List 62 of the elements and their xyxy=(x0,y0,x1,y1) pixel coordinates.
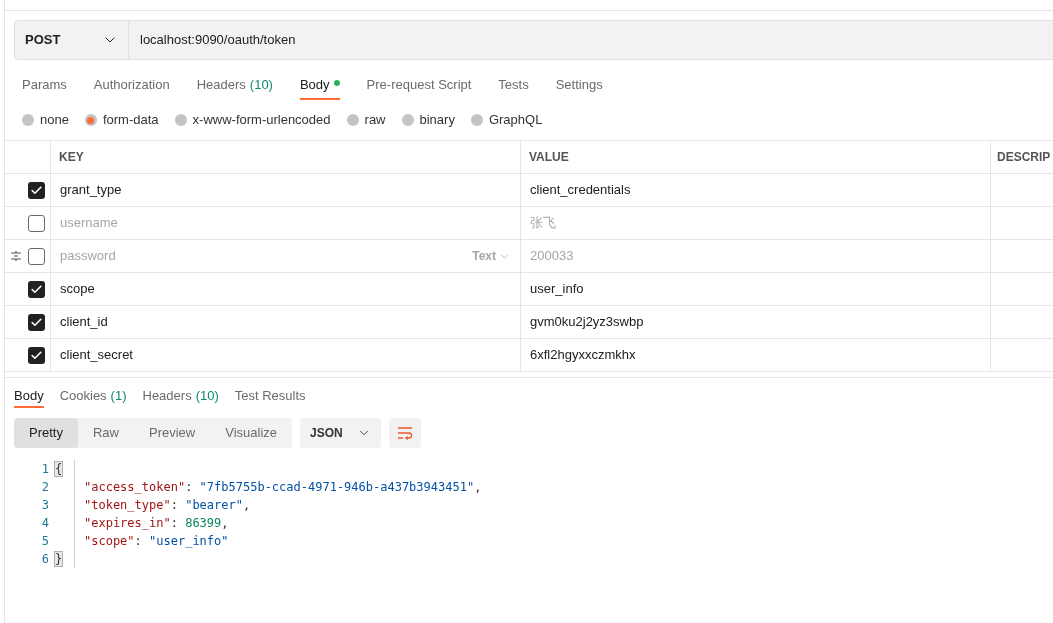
key-cell-text: password xyxy=(60,247,116,266)
value-cell-text: 张飞 xyxy=(530,214,556,233)
checkbox[interactable] xyxy=(28,280,45,298)
column-header: VALUE xyxy=(521,141,991,173)
key-cell-text: scope xyxy=(60,280,95,299)
request-tab[interactable]: Settings xyxy=(555,70,603,100)
column-header: DESCRIP xyxy=(996,149,1052,166)
value-cell-text: 200033 xyxy=(530,247,574,266)
wrap-button[interactable] xyxy=(388,418,421,448)
check-icon xyxy=(30,282,43,296)
view-mode-tab[interactable]: Preview xyxy=(134,418,211,448)
response-tab[interactable]: Test Results xyxy=(234,378,306,408)
body-type-radio[interactable]: GraphQL xyxy=(470,110,543,130)
request-tab[interactable]: Params xyxy=(22,70,67,100)
response-tab[interactable]: Body xyxy=(14,378,44,408)
drag-handle-icon[interactable] xyxy=(10,250,22,262)
line-number: 4 xyxy=(40,515,49,532)
url-field[interactable]: localhost:9090/oauth/token xyxy=(129,20,1053,60)
request-tab[interactable]: Body xyxy=(299,70,340,100)
checkbox[interactable] xyxy=(28,247,45,265)
view-mode-tab[interactable]: Pretty xyxy=(14,418,78,448)
column-header: KEY xyxy=(51,141,521,173)
code-line: "access_token": "7fb5755b-ccad-4971-946b-a437b3943451", xyxy=(84,479,482,496)
checkbox[interactable] xyxy=(28,214,45,232)
value-cell-text: client_credentials xyxy=(530,181,631,200)
request-tab[interactable]: Tests xyxy=(498,70,529,100)
body-type-radio[interactable]: binary xyxy=(401,110,455,130)
line-number: 2 xyxy=(40,479,49,496)
request-tab[interactable]: Pre-request Script xyxy=(366,70,472,100)
checkbox[interactable] xyxy=(28,313,45,331)
value-cell-text: user_info xyxy=(530,280,584,299)
request-tab[interactable]: Authorization xyxy=(93,70,170,100)
check-icon xyxy=(30,348,43,362)
checkbox[interactable] xyxy=(28,346,45,364)
check-icon xyxy=(30,315,43,329)
response-tab[interactable]: Headers (10) xyxy=(142,378,219,408)
wrap-lines-icon xyxy=(396,426,413,440)
checkbox[interactable] xyxy=(28,181,45,199)
check-icon xyxy=(30,183,43,197)
body-type-radio[interactable]: none xyxy=(22,110,69,130)
request-tab[interactable]: Headers (10) xyxy=(196,70,273,100)
key-cell-text: client_secret xyxy=(60,346,133,365)
code-line: "scope": "user_info" xyxy=(84,533,229,550)
body-type-radio[interactable]: form-data xyxy=(84,110,159,130)
code-line: "expires_in": 86399, xyxy=(84,515,229,532)
format-dropdown[interactable]: JSON xyxy=(300,418,381,448)
response-tab[interactable]: Cookies (1) xyxy=(59,378,127,408)
value-cell-text: gvm0ku2j2yz3swbp xyxy=(530,313,644,332)
line-number: 5 xyxy=(40,533,49,550)
view-mode-tab[interactable]: Raw xyxy=(77,418,134,448)
value-cell-text: 6xfl2hgyxxczmkhx xyxy=(530,346,636,365)
code-line: "token_type": "bearer", xyxy=(84,497,251,514)
line-number: 6 xyxy=(40,551,49,568)
line-number: 3 xyxy=(40,497,49,514)
key-cell-text: client_id xyxy=(60,313,108,332)
line-number: 1 xyxy=(40,461,49,478)
body-type-radio[interactable]: x-www-form-urlencoded xyxy=(174,110,331,130)
key-cell-text: grant_type xyxy=(60,181,122,200)
key-cell-text: username xyxy=(60,214,118,233)
method-dropdown[interactable]: POST xyxy=(14,20,129,60)
body-type-radio[interactable]: raw xyxy=(346,110,386,130)
view-mode-tab[interactable]: Visualize xyxy=(210,418,293,448)
